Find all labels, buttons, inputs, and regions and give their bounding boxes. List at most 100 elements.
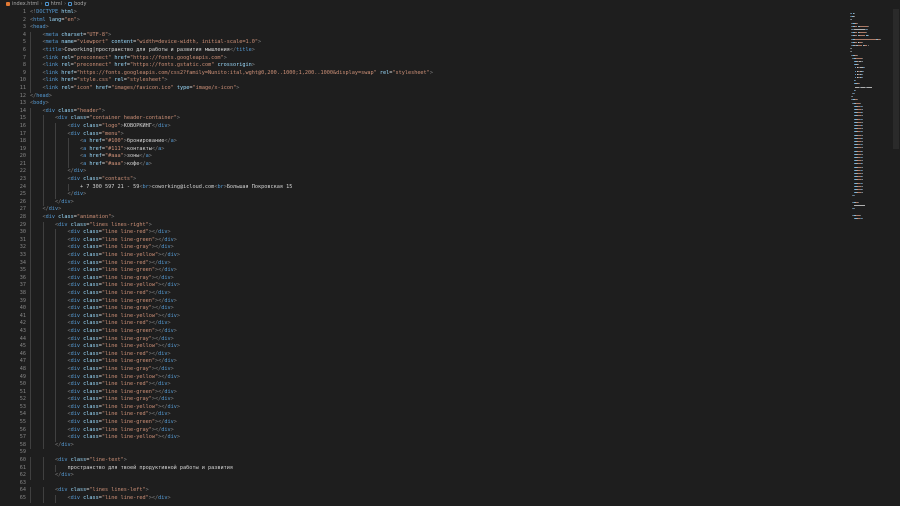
indent-guide	[30, 62, 31, 70]
code-line[interactable]: 53 <div class="line line-yellow"></div>	[0, 403, 846, 412]
code-line[interactable]: 46 <div class="line line-red"></div>	[0, 350, 846, 359]
code-line[interactable]: 26 </div>	[0, 198, 846, 207]
code-line[interactable]: 33 <div class="line line-yellow"></div>	[0, 252, 846, 260]
code-line[interactable]: 51 <div class="line line-green"></div>	[0, 388, 846, 397]
code-line[interactable]: 31 <div class="line line-green"></div>	[0, 236, 846, 245]
code-line[interactable]: 50 <div class="line line-red"></div>	[0, 381, 846, 389]
code-line[interactable]: 56 <div class="line line-gray"></div>	[0, 426, 846, 435]
indent-guide	[42, 274, 44, 283]
code-line[interactable]: 18 <a href="#100">бронирование</a>	[0, 138, 846, 146]
code-line[interactable]: 11 <link rel="icon" href="images/favicon.…	[0, 84, 846, 93]
tag-token: div	[45, 214, 55, 221]
code-line[interactable]: 41 <div class="line line-yellow"></div>	[0, 312, 846, 321]
tag-token: div	[70, 312, 80, 319]
code-line[interactable]: 55 <div class="line line-green"></div>	[0, 419, 846, 427]
minimap-token	[861, 118, 863, 120]
code-line[interactable]: 16 <div class="logo">КОВОРКИНГ</div>	[0, 122, 846, 131]
line-number: 39	[19, 297, 26, 304]
breadcrumb-file[interactable]: index.html	[6, 0, 39, 9]
code-line[interactable]: 34 <div class="line line-red"></div>	[0, 259, 846, 268]
minimap-token	[859, 35, 866, 37]
minimap-token	[862, 112, 863, 114]
code-line[interactable]: 4 <meta charset="UTF-8">	[0, 31, 846, 40]
minimap-token	[852, 96, 854, 98]
code-line[interactable]: 43 <div class="line line-green"></div>	[0, 327, 846, 336]
line-number: 43	[19, 327, 26, 334]
tag-token: div	[70, 358, 80, 365]
breadcrumb-html[interactable]: html	[44, 0, 62, 9]
code-line[interactable]: 29 <div class="lines lines-right">	[0, 221, 846, 230]
code-line[interactable]: 24 + 7 300 597 21 - 59<br>coworking@iclou…	[0, 183, 846, 192]
code-line[interactable]: 47 <div class="line line-green"></div>	[0, 358, 846, 366]
code-line[interactable]: 48 <div class="line line-gray"></div>	[0, 365, 846, 374]
code-line[interactable]: 37 <div class="line line-yellow"></div>	[0, 282, 846, 290]
code-line[interactable]: 14 <div class="header">	[0, 107, 846, 116]
code-line[interactable]: 28 <div class="animation">	[0, 214, 846, 222]
tag-token: div	[48, 206, 59, 213]
code-text: <!DOCTYPE html>	[30, 9, 77, 17]
vertical-scrollbar[interactable]	[892, 9, 900, 506]
tag-token: div	[167, 373, 177, 380]
code-line[interactable]: 63	[0, 480, 846, 488]
code-line[interactable]: 65 <div class="line line-red"></div>	[0, 495, 846, 503]
code-line[interactable]: 1 <!DOCTYPE html>	[0, 9, 846, 17]
indent-guide	[55, 464, 56, 473]
code-editor[interactable]: 1 <!DOCTYPE html> 2 <html lang="en"> 3 <head>…	[0, 9, 846, 506]
code-line[interactable]: 5 <meta name="viewport" content="width=de…	[0, 39, 846, 47]
indent-guide	[30, 464, 31, 473]
code-line[interactable]: 3 <head>	[0, 24, 846, 32]
bracket-token: >	[148, 153, 152, 160]
code-line[interactable]: 45 <div class="line line-yellow"></div>	[0, 343, 846, 351]
code-line[interactable]: 40 <div class="line line-gray"></div>	[0, 305, 846, 313]
code-line[interactable]: 58 </div>	[0, 441, 846, 450]
code-line[interactable]: 30 <div class="line line-red"></div>	[0, 229, 846, 237]
code-line[interactable]: 9 <link href="https://fonts.googleapis.co…	[0, 69, 846, 78]
code-line[interactable]: 42 <div class="line line-red"></div>	[0, 320, 846, 328]
attribute-token: href	[61, 69, 74, 76]
code-line[interactable]: 23 <div class="contacts">	[0, 176, 846, 184]
code-line[interactable]: 52 <div class="line line-gray"></div>	[0, 396, 846, 404]
indent-guide	[42, 358, 44, 366]
code-text: <div class="container header-container">	[55, 115, 180, 123]
code-line[interactable]: 35 <div class="line line-green"></div>	[0, 267, 846, 275]
code-line[interactable]: 62 </div>	[0, 472, 846, 480]
indent-guide	[30, 122, 31, 131]
scrollbar-thumb[interactable]	[893, 9, 899, 149]
code-line[interactable]: 59	[0, 449, 846, 457]
attribute-token: class	[83, 130, 99, 137]
code-line[interactable]: 39 <div class="line line-green"></div>	[0, 297, 846, 306]
code-line[interactable]: 57 <div class="line line-yellow"></div>	[0, 434, 846, 442]
code-line[interactable]: 49 <div class="line line-yellow"></div>	[0, 373, 846, 382]
indent-guide	[42, 198, 44, 207]
line-number: 42	[19, 320, 26, 327]
bracket-token: >	[48, 92, 52, 99]
code-line[interactable]: 36 <div class="line line-gray"></div>	[0, 274, 846, 283]
code-line[interactable]: 17 <div class="menu">	[0, 130, 846, 139]
code-line[interactable]: 32 <div class="line line-gray"></div>	[0, 244, 846, 252]
breadcrumb-body[interactable]: body	[68, 0, 86, 9]
code-line[interactable]: 20 <a href="#ааа">зоны</a>	[0, 153, 846, 161]
code-line[interactable]: 64 <div class="lines lines-left">	[0, 487, 846, 495]
code-line[interactable]: 61 пространство для твоей продуктивной ра…	[0, 464, 846, 473]
code-line[interactable]: 12 </head>	[0, 93, 846, 101]
code-line[interactable]: 38 <div class="line line-red"></div>	[0, 289, 846, 298]
code-line[interactable]: 6 <title>Coworking|пространство для работ…	[0, 46, 846, 55]
code-line[interactable]: 15 <div class="container header-container…	[0, 115, 846, 123]
code-line[interactable]: 13 <body>	[0, 100, 846, 108]
code-line[interactable]: 54 <div class="line line-red"></div>	[0, 411, 846, 420]
code-line[interactable]: 10 <link href="style.css" rel="stylesheet…	[0, 77, 846, 85]
code-line[interactable]: 21 <a href="#ааа">кофе</a>	[0, 160, 846, 169]
code-line[interactable]: 19 <a href="#111">контакты</a>	[0, 145, 846, 154]
minimap-token	[853, 29, 866, 30]
code-line[interactable]: 7 <link rel="preconnect" href="https://fo…	[0, 54, 846, 63]
code-line[interactable]: 60 <div class="line-text">	[0, 457, 846, 465]
code-text: <div class="line line-red"></div>	[68, 260, 171, 268]
code-line[interactable]: 44 <div class="line line-gray"></div>	[0, 335, 846, 344]
code-line[interactable]: 8 <link rel="preconnect" href="https://fo…	[0, 62, 846, 70]
code-line[interactable]: 22 </div>	[0, 168, 846, 177]
code-line[interactable]: 27 </div>	[0, 206, 846, 215]
code-line[interactable]: 25 </div>	[0, 191, 846, 199]
minimap[interactable]	[848, 9, 890, 329]
attribute-token: class	[83, 274, 99, 281]
code-line[interactable]: 2 <html lang="en">	[0, 17, 846, 25]
